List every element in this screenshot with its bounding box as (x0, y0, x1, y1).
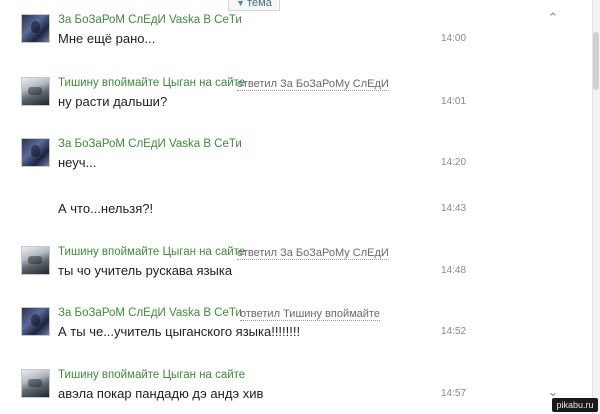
message-time: 14:52 (441, 326, 467, 337)
message-author[interactable]: За БоЗаРоМ СлЕдИ Vaѕka В СеТи (58, 138, 242, 150)
topic-tab[interactable]: ▼ тема (228, 0, 280, 11)
message-author[interactable]: За БоЗаРоМ СлЕдИ Vaѕka В СеТи (58, 14, 242, 26)
reply-to-link[interactable]: ответил Тишину впоймайте (240, 308, 380, 321)
reply-label: ответил (240, 308, 280, 320)
message-author[interactable]: Тишину впоймайте Цыган на сайте (58, 246, 245, 258)
avatar[interactable] (21, 138, 50, 167)
scrollbar-thumb[interactable] (593, 32, 599, 90)
reply-target: За БоЗаРоМу СлЕдИ (280, 247, 389, 259)
reply-target: Тишину впоймайте (283, 308, 380, 320)
site-watermark: pikabu.ru (552, 398, 598, 412)
message-item: Тишину впоймайте Цыган на сайте ответил … (0, 77, 580, 117)
message-author[interactable]: Тишину впоймайте Цыган на сайте (58, 77, 245, 89)
avatar[interactable] (21, 246, 50, 275)
message-time: 14:43 (441, 203, 467, 214)
message-item: За БоЗаРоМ СлЕдИ Vaѕka В СеТи Мне ещё ра… (0, 14, 580, 54)
reply-to-link[interactable]: ответил За БоЗаРоМу СлЕдИ (237, 247, 389, 260)
reply-to-link[interactable]: ответил За БоЗаРоМу СлЕдИ (237, 78, 389, 91)
message-item: Тишину впоймайте Цыган на сайте авэла по… (0, 369, 580, 409)
avatar[interactable] (21, 307, 50, 336)
message-time: 14:57 (441, 388, 467, 399)
message-text: А ты че...учитель цыганского языка!!!!!!… (58, 324, 301, 339)
message-item: За БоЗаРоМ СлЕдИ Vaѕka В СеТи ответил Ти… (0, 307, 580, 347)
avatar[interactable] (21, 77, 50, 106)
message-item: Тишину впоймайте Цыган на сайте ответил … (0, 246, 580, 286)
avatar[interactable] (21, 14, 50, 43)
message-text: авэла покар пандадю дэ андэ хив (58, 386, 264, 401)
message-author[interactable]: За БоЗаРоМ СлЕдИ Vaѕka В СеТи (58, 307, 242, 319)
triangle-down-icon: ▼ (236, 0, 246, 8)
message-text: А что...нельзя?! (58, 201, 154, 216)
message-time: 14:20 (441, 157, 467, 168)
message-author[interactable]: Тишину впоймайте Цыган на сайте (58, 369, 245, 381)
message-time: 14:00 (441, 33, 467, 44)
reply-label: ответил (237, 78, 277, 90)
message-text: неуч... (58, 155, 97, 170)
reply-label: ответил (237, 247, 277, 259)
message-text: Мне ещё рано... (58, 31, 156, 46)
message-item: За БоЗаРоМ СлЕдИ Vaѕka В СеТи неуч... 14… (0, 138, 580, 178)
avatar[interactable] (21, 369, 50, 398)
message-text: ну расти дальши? (58, 94, 168, 109)
message-time: 14:48 (441, 265, 467, 276)
message-time: 14:01 (441, 96, 467, 107)
topic-tab-label: тема (247, 0, 272, 9)
message-item: А что...нельзя?! 14:43 (0, 184, 580, 224)
reply-target: За БоЗаРоМу СлЕдИ (280, 78, 389, 90)
message-text: ты чо учитель руcкава языка (58, 263, 233, 278)
